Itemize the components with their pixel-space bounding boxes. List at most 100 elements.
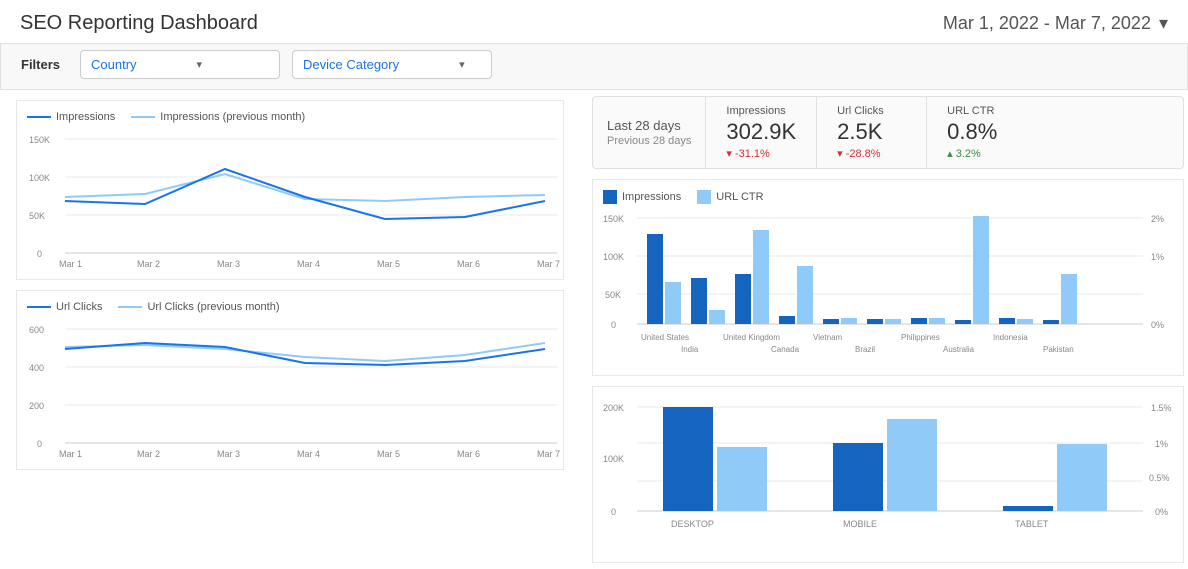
svg-text:Australia: Australia — [943, 345, 975, 354]
date-range-dropdown-icon[interactable]: ▾ — [1159, 13, 1168, 34]
svg-text:Mar 6: Mar 6 — [457, 259, 480, 269]
stat-url-ctr: URL CTR 0.8% ▴ 3.2% — [927, 97, 1037, 168]
device-bar-svg: 200K 100K 0 1.5% 1% 0.5% 0% — [603, 397, 1173, 552]
device-filter-arrow: ▾ — [459, 58, 465, 71]
impressions-chart: Impressions Impressions (previous month)… — [16, 100, 564, 280]
url-ctr-stat-label: URL CTR — [947, 105, 1017, 117]
svg-text:100K: 100K — [603, 252, 624, 262]
svg-text:100K: 100K — [603, 454, 624, 464]
impressions-prev-legend-label: Impressions (previous month) — [160, 111, 305, 123]
country-legend: Impressions URL CTR — [603, 190, 1173, 204]
stats-period: Last 28 days Previous 28 days — [593, 97, 706, 168]
svg-text:Mar 2: Mar 2 — [137, 449, 160, 459]
device-filter-label: Device Category — [303, 57, 399, 72]
svg-text:0%: 0% — [1151, 320, 1164, 330]
right-panel: Last 28 days Previous 28 days Impression… — [580, 90, 1188, 569]
svg-text:200: 200 — [29, 401, 44, 411]
url-clicks-prev-line-icon — [118, 306, 142, 308]
url-clicks-stat-change: ▾ -28.8% — [837, 147, 906, 160]
svg-text:0: 0 — [611, 507, 616, 517]
svg-text:India: India — [681, 345, 699, 354]
svg-text:Canada: Canada — [771, 345, 800, 354]
dashboard-title: SEO Reporting Dashboard — [20, 12, 258, 35]
svg-text:Mar 7: Mar 7 — [537, 259, 560, 269]
svg-text:United States: United States — [641, 333, 689, 342]
filters-bar: Filters Country ▾ Device Category ▾ — [0, 43, 1188, 90]
svg-text:50K: 50K — [29, 211, 45, 221]
legend-country-ctr: URL CTR — [697, 190, 763, 204]
date-range[interactable]: Mar 1, 2022 - Mar 7, 2022 ▾ — [943, 13, 1168, 34]
svg-text:2%: 2% — [1151, 214, 1164, 224]
svg-text:Mar 7: Mar 7 — [537, 449, 560, 459]
country-filter-arrow: ▾ — [197, 58, 203, 71]
svg-text:0.5%: 0.5% — [1149, 473, 1170, 483]
svg-text:50K: 50K — [605, 290, 621, 300]
svg-text:1.5%: 1.5% — [1151, 403, 1172, 413]
stats-period-main: Last 28 days — [607, 118, 691, 133]
impressions-stat-label: Impressions — [726, 105, 796, 117]
svg-text:600: 600 — [29, 325, 44, 335]
svg-text:Mar 3: Mar 3 — [217, 259, 240, 269]
svg-text:Mar 3: Mar 3 — [217, 449, 240, 459]
legend-country-impressions: Impressions — [603, 190, 681, 204]
impressions-svg: 150K 100K 50K 0 Mar 1 Mar 2 Ma — [27, 129, 567, 269]
date-range-text: Mar 1, 2022 - Mar 7, 2022 — [943, 13, 1151, 34]
impressions-prev-line-icon — [131, 116, 155, 118]
header: SEO Reporting Dashboard Mar 1, 2022 - Ma… — [0, 0, 1188, 43]
url-ctr-stat-change: ▴ 3.2% — [947, 147, 1017, 160]
impressions-legend-label: Impressions — [56, 111, 115, 123]
legend-url-clicks: Url Clicks — [27, 301, 102, 313]
url-clicks-prev-legend-label: Url Clicks (previous month) — [147, 301, 279, 313]
country-ctr-label: URL CTR — [716, 191, 763, 203]
svg-text:Mar 1: Mar 1 — [59, 259, 82, 269]
svg-text:Mar 6: Mar 6 — [457, 449, 480, 459]
country-filter-label: Country — [91, 57, 137, 72]
main-content: Impressions Impressions (previous month)… — [0, 90, 1188, 569]
stat-impressions: Impressions 302.9K ▾ -31.1% — [706, 97, 817, 168]
url-clicks-svg: 600 400 200 0 Mar 1 Mar 2 Mar — [27, 319, 567, 459]
country-bar-svg: 150K 100K 50K 0 2% 1% 0% — [603, 210, 1173, 365]
svg-text:400: 400 — [29, 363, 44, 373]
url-clicks-stat-value: 2.5K — [837, 119, 906, 145]
svg-text:Indonesia: Indonesia — [993, 333, 1028, 342]
legend-url-clicks-prev: Url Clicks (previous month) — [118, 301, 279, 313]
url-clicks-line-icon — [27, 306, 51, 308]
url-clicks-legend-label: Url Clicks — [56, 301, 102, 313]
impressions-stat-change: ▾ -31.1% — [726, 147, 796, 160]
filters-label: Filters — [21, 57, 60, 72]
legend-impressions: Impressions — [27, 111, 115, 123]
svg-text:Mar 5: Mar 5 — [377, 449, 400, 459]
impressions-stat-value: 302.9K — [726, 119, 796, 145]
svg-text:Philippines: Philippines — [901, 333, 940, 342]
svg-text:Mar 1: Mar 1 — [59, 449, 82, 459]
svg-text:1%: 1% — [1151, 252, 1164, 262]
country-filter[interactable]: Country ▾ — [80, 50, 280, 79]
device-filter[interactable]: Device Category ▾ — [292, 50, 492, 79]
country-impressions-icon — [603, 190, 617, 204]
svg-text:United Kingdom: United Kingdom — [723, 333, 780, 342]
legend-impressions-prev: Impressions (previous month) — [131, 111, 305, 123]
stats-card: Last 28 days Previous 28 days Impression… — [592, 96, 1184, 169]
svg-text:0: 0 — [37, 439, 42, 449]
svg-text:200K: 200K — [603, 403, 624, 413]
svg-text:Mar 4: Mar 4 — [297, 449, 320, 459]
svg-text:1%: 1% — [1155, 439, 1168, 449]
stat-url-clicks: Url Clicks 2.5K ▾ -28.8% — [817, 97, 927, 168]
svg-text:0%: 0% — [1155, 507, 1168, 517]
svg-text:TABLET: TABLET — [1015, 519, 1049, 529]
country-ctr-icon — [697, 190, 711, 204]
impressions-legend: Impressions Impressions (previous month) — [27, 111, 553, 123]
svg-text:Mar 2: Mar 2 — [137, 259, 160, 269]
svg-text:0: 0 — [611, 320, 616, 330]
url-clicks-chart: Url Clicks Url Clicks (previous month) 6… — [16, 290, 564, 470]
country-chart: Impressions URL CTR 150K 100K 50K 0 2% 1… — [592, 179, 1184, 376]
left-panel: Impressions Impressions (previous month)… — [0, 90, 580, 569]
svg-text:150K: 150K — [603, 214, 624, 224]
svg-text:DESKTOP: DESKTOP — [671, 519, 714, 529]
device-chart: 200K 100K 0 1.5% 1% 0.5% 0% — [592, 386, 1184, 563]
svg-text:Mar 4: Mar 4 — [297, 259, 320, 269]
impressions-line-icon — [27, 116, 51, 118]
country-impressions-label: Impressions — [622, 191, 681, 203]
svg-text:100K: 100K — [29, 173, 50, 183]
svg-text:Brazil: Brazil — [855, 345, 875, 354]
